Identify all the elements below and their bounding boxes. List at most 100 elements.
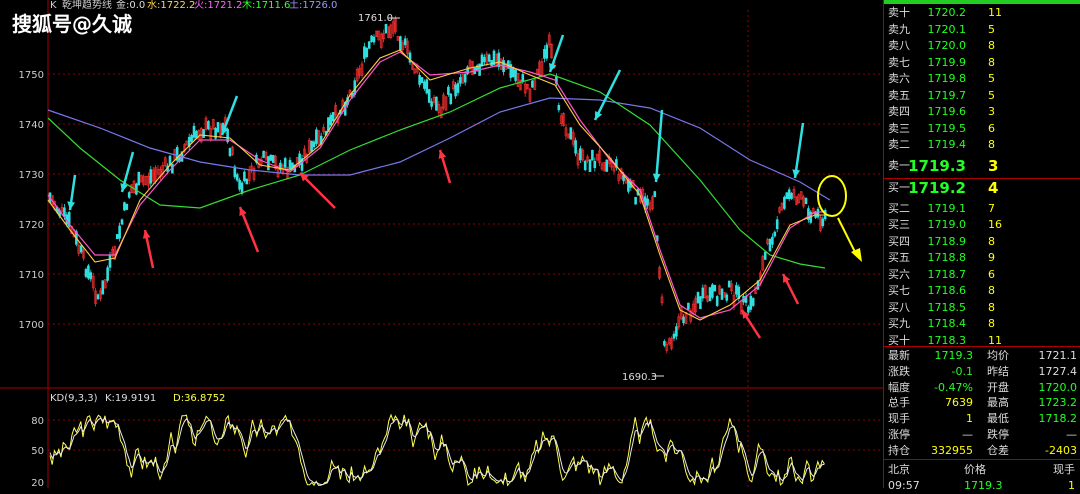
sell-signal-arrow xyxy=(793,122,805,179)
order-volume: 8 xyxy=(988,55,995,69)
buy-order-row[interactable]: 买三 1719.0 16 xyxy=(884,217,1080,233)
quote-value: — xyxy=(962,428,973,441)
axis-label: 1740 xyxy=(19,120,44,131)
candle-body xyxy=(202,129,205,138)
quote-value: — xyxy=(1066,428,1077,441)
quote-label: 最新 xyxy=(888,349,910,362)
candle-body xyxy=(269,154,273,161)
tick-header-vol: 现手 xyxy=(1053,463,1075,476)
candle-body xyxy=(701,287,705,299)
sell-order-row[interactable]: 卖三 1719.5 6 xyxy=(884,121,1080,137)
candle-body xyxy=(370,35,373,42)
candle-body xyxy=(487,54,491,62)
quote-row: 涨跌 -0.1 昨结 1727.4 xyxy=(884,364,1080,380)
buy-order-row[interactable]: 买四 1718.9 8 xyxy=(884,234,1080,250)
candle-body xyxy=(288,159,292,170)
candle-body xyxy=(751,298,755,306)
order-level: 买三 xyxy=(888,218,910,231)
buy-order-row[interactable]: 买五 1718.8 9 xyxy=(884,250,1080,266)
order-level: 卖五 xyxy=(888,88,910,102)
order-level: 买二 xyxy=(888,201,910,215)
quote-label: 仓差 xyxy=(987,443,1009,457)
indicator-huo: 火:1721.2 xyxy=(194,0,242,11)
candle-body xyxy=(115,234,119,240)
quote-row: 涨停 — 跌停 — xyxy=(884,427,1080,443)
watermark: 搜狐号@久诚 xyxy=(12,12,132,36)
candle-body xyxy=(790,192,793,199)
candle-body xyxy=(771,236,774,245)
candle-body xyxy=(749,295,753,310)
ma-line-huo xyxy=(47,51,825,319)
quote-row: 持仓 332955 仓差 -2403 xyxy=(884,443,1080,459)
buy-signal-arrow-head xyxy=(142,230,151,239)
candle-body xyxy=(207,121,210,130)
axis-label: 1730 xyxy=(19,170,44,181)
candle-body xyxy=(711,284,714,298)
order-volume: 8 xyxy=(988,284,995,297)
order-price: 1719.8 xyxy=(927,72,967,85)
order-price: 1718.9 xyxy=(927,234,967,248)
candle-body xyxy=(557,105,561,111)
order-price: 1718.5 xyxy=(927,300,967,314)
order-volume: 8 xyxy=(988,138,995,151)
order-level: 买一 xyxy=(888,181,910,194)
sell-order-row[interactable]: 卖四 1719.6 3 xyxy=(884,104,1080,120)
order-level: 买五 xyxy=(888,251,910,264)
order-level: 卖七 xyxy=(888,55,910,69)
candle-body xyxy=(569,127,573,140)
quote-label: 涨停 xyxy=(888,428,910,441)
candle-body xyxy=(768,238,772,252)
buy-order-row[interactable]: 买八 1718.5 8 xyxy=(884,300,1080,316)
candle-body xyxy=(427,89,431,103)
tick-header-time: 北京 xyxy=(888,463,910,476)
buy-order-row[interactable]: 买一 1719.2 4 xyxy=(884,180,1080,196)
candle-body xyxy=(699,296,702,310)
quote-value: 1721.1 xyxy=(1038,349,1078,362)
sell-order-row[interactable]: 卖六 1719.8 5 xyxy=(884,71,1080,87)
candle-body xyxy=(821,218,825,227)
sell-order-row[interactable]: 卖二 1719.4 8 xyxy=(884,137,1080,153)
candle-body xyxy=(574,140,577,154)
candle-body xyxy=(708,287,712,302)
ma-line-shui xyxy=(47,49,825,321)
sell-order-row[interactable]: 卖九 1720.1 5 xyxy=(884,22,1080,38)
quote-value: 7639 xyxy=(945,396,973,410)
candle-body xyxy=(310,140,313,152)
candle-body xyxy=(190,135,193,142)
buy-order-row[interactable]: 买七 1718.6 8 xyxy=(884,283,1080,299)
candle-body xyxy=(262,150,265,158)
candle-body xyxy=(149,169,153,184)
quote-label: 最低 xyxy=(987,412,1009,426)
candle-body xyxy=(483,56,486,63)
sell-order-row[interactable]: 卖十 1720.2 11 xyxy=(884,5,1080,21)
tick-time: 09:57 xyxy=(888,479,920,492)
order-volume: 4 xyxy=(988,179,999,197)
buy-order-row[interactable]: 买九 1718.4 8 xyxy=(884,316,1080,332)
sell-order-row[interactable]: 卖五 1719.7 5 xyxy=(884,88,1080,104)
candle-body xyxy=(89,272,93,280)
order-level: 买四 xyxy=(888,234,910,248)
order-price: 1719.7 xyxy=(927,88,967,102)
candle-body xyxy=(365,48,369,58)
candle-body xyxy=(785,192,789,199)
buy-order-row[interactable]: 买六 1718.7 6 xyxy=(884,267,1080,283)
candle-body xyxy=(747,306,750,313)
price-chart[interactable]: 1750 1740 1730 1720 1710 1700 80 50 20 K… xyxy=(0,0,883,488)
candle-body xyxy=(713,284,717,292)
candle-body xyxy=(87,265,90,279)
sell-signal-arrow xyxy=(593,69,622,121)
candle-body xyxy=(315,129,318,144)
order-price: 1718.6 xyxy=(927,284,967,297)
candle-body xyxy=(372,36,376,43)
sell-order-row[interactable]: 卖一 1719.3 3 xyxy=(884,158,1080,174)
sell-order-row[interactable]: 卖七 1719.9 8 xyxy=(884,55,1080,71)
sell-order-row[interactable]: 卖八 1720.0 8 xyxy=(884,38,1080,54)
candle-body xyxy=(583,160,587,171)
quote-label: 昨结 xyxy=(987,364,1009,378)
tick-vol: 1 xyxy=(1068,479,1075,492)
order-price: 1719.3 xyxy=(908,156,966,175)
tick-header-price: 价格 xyxy=(964,463,986,476)
quote-value: 1718.2 xyxy=(1038,412,1078,426)
order-price: 1720.0 xyxy=(927,39,967,52)
buy-order-row[interactable]: 买二 1719.1 7 xyxy=(884,201,1080,217)
